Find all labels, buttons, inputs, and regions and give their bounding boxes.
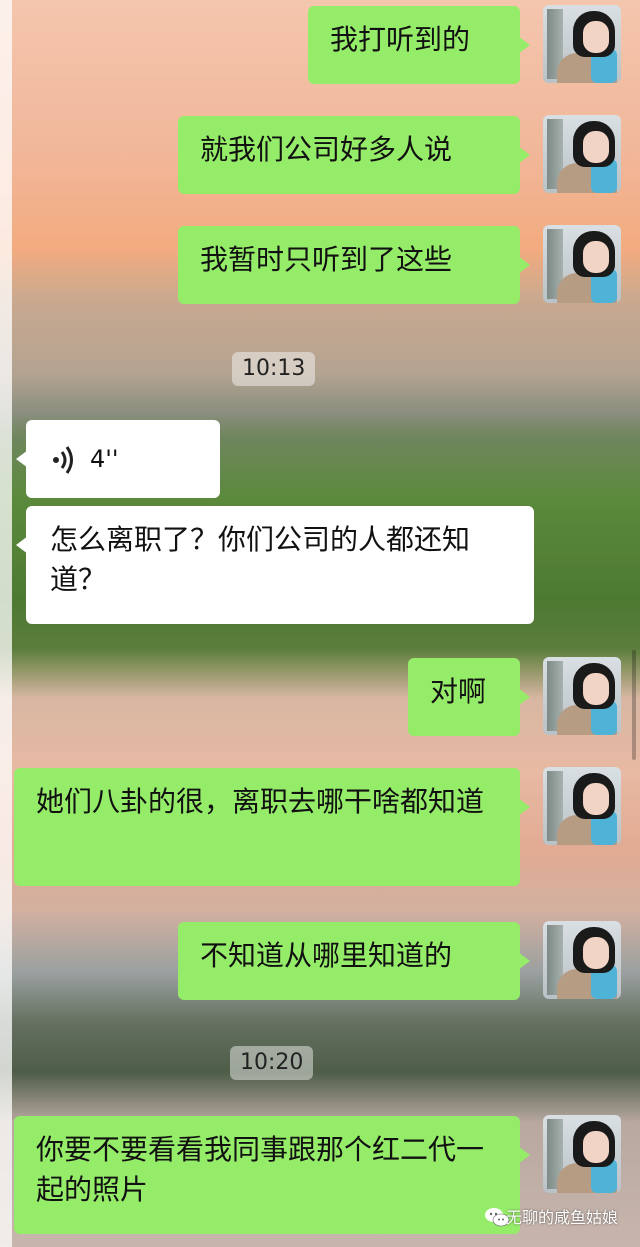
- scrollbar[interactable]: [632, 650, 636, 760]
- message-bubble-sent[interactable]: 对啊: [408, 658, 530, 736]
- message-bubble-sent[interactable]: 我暂时只听到了这些: [178, 226, 530, 304]
- message-text: 就我们公司好多人说: [200, 133, 453, 166]
- timestamp: 10:20: [230, 1046, 314, 1080]
- message-bubble-sent[interactable]: 就我们公司好多人说: [178, 116, 530, 194]
- message-text: 对啊: [430, 675, 487, 708]
- avatar[interactable]: [543, 115, 621, 193]
- avatar[interactable]: [543, 225, 621, 303]
- avatar[interactable]: [543, 767, 621, 845]
- voice-message-bubble[interactable]: 4'': [16, 420, 220, 498]
- message-text: 你要不要看看我同事跟那个红二代一起的照片: [36, 1133, 485, 1206]
- avatar[interactable]: [543, 921, 621, 999]
- avatar[interactable]: [543, 5, 621, 83]
- message-bubble-received[interactable]: 怎么离职了？你们公司的人都还知道？: [16, 506, 534, 624]
- message-bubble-sent[interactable]: 你要不要看看我同事跟那个红二代一起的照片: [14, 1116, 530, 1234]
- left-edge-strip: [0, 0, 12, 1247]
- message-text: 不知道从哪里知道的: [200, 939, 453, 972]
- voice-duration: 4'': [90, 445, 119, 473]
- watermark-text: 无聊的咸鱼姑娘: [505, 1208, 618, 1227]
- timestamp: 10:13: [232, 352, 316, 386]
- message-text: 她们八卦的很，离职去哪干啥都知道: [36, 785, 485, 818]
- voice-wave-icon: [53, 446, 73, 474]
- avatar[interactable]: [543, 1115, 621, 1193]
- message-text: 我打听到的: [330, 23, 471, 56]
- message-text: 我暂时只听到了这些: [200, 243, 453, 276]
- message-bubble-sent[interactable]: 我打听到的: [308, 6, 530, 84]
- message-bubble-sent[interactable]: 不知道从哪里知道的: [178, 922, 530, 1000]
- message-bubble-sent[interactable]: 她们八卦的很，离职去哪干啥都知道: [14, 768, 530, 886]
- avatar[interactable]: [543, 657, 621, 735]
- message-text: 怎么离职了？你们公司的人都还知道？: [50, 523, 471, 596]
